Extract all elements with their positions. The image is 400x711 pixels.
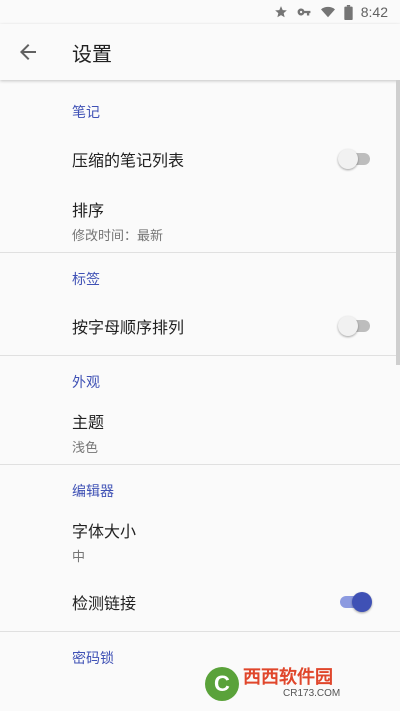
- pref-title: 字体大小: [72, 521, 137, 541]
- switch-thumb: [338, 149, 358, 169]
- pref-compact-note-list[interactable]: 压缩的笔记列表: [0, 130, 400, 188]
- category-tags: 标签: [72, 272, 100, 288]
- settings-list: 笔记 压缩的笔记列表 排序 修改时间：最新 标签 按字母顺序排列 外观 主题 浅…: [0, 80, 400, 711]
- pref-summary: 浅色: [72, 440, 99, 456]
- watermark-sub: CR173.COM: [283, 688, 341, 699]
- key-icon: [296, 5, 312, 19]
- pref-title: 按字母顺序排列: [72, 318, 185, 337]
- watermark-text: 西西软件园 CR173.COM: [243, 669, 340, 699]
- pref-summary: 修改时间：最新: [72, 228, 164, 244]
- category-appearance: 外观: [72, 375, 100, 391]
- watermark-main: 西西软件园: [243, 667, 333, 688]
- arrow-back-icon: [20, 44, 36, 60]
- watermark-logo: C 西西软件园 CR173.COM: [205, 664, 383, 704]
- pref-theme[interactable]: 主题 浅色: [0, 400, 400, 464]
- star-icon: [274, 5, 288, 19]
- page-title: 设置: [72, 41, 112, 66]
- pref-summary: 中: [72, 549, 86, 565]
- wifi-icon: [320, 5, 336, 19]
- battery-icon: [344, 4, 353, 20]
- alphabetical-switch[interactable]: [338, 316, 372, 336]
- pref-detect-links[interactable]: 检测链接: [0, 573, 400, 631]
- scrollbar[interactable]: [396, 80, 400, 365]
- pref-title: 主题: [72, 412, 105, 432]
- detect-links-switch[interactable]: [338, 592, 372, 612]
- switch-thumb: [338, 316, 358, 336]
- watermark-c-icon: C: [205, 667, 239, 701]
- switch-thumb: [352, 592, 372, 612]
- pref-title: 压缩的笔记列表: [72, 151, 185, 170]
- category-editor: 编辑器: [72, 484, 114, 500]
- pref-title: 检测链接: [72, 594, 137, 613]
- category-notes: 笔记: [72, 105, 100, 121]
- pref-alphabetical-sort[interactable]: 按字母顺序排列: [0, 297, 400, 355]
- compact-list-switch[interactable]: [338, 149, 372, 169]
- status-bar: 8:42: [0, 0, 400, 24]
- app-bar: 设置: [0, 24, 400, 80]
- pref-title: 排序: [72, 200, 105, 220]
- pref-sort[interactable]: 排序 修改时间：最新: [0, 188, 400, 252]
- back-button[interactable]: [0, 24, 56, 80]
- clock: 8:42: [360, 4, 388, 20]
- pref-font-size[interactable]: 字体大小 中: [0, 509, 400, 573]
